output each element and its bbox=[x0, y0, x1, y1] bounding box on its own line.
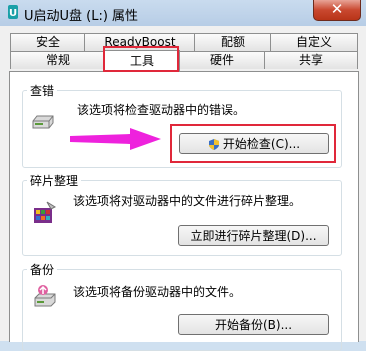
tab-hardware[interactable]: 硬件 bbox=[178, 51, 266, 69]
backup-icon bbox=[34, 285, 56, 307]
arrow-icon bbox=[70, 128, 161, 150]
tab-general[interactable]: 常规 bbox=[10, 51, 106, 69]
shield-icon bbox=[208, 139, 219, 150]
start-backup-button[interactable]: 开始备份(B)... bbox=[178, 314, 329, 335]
tab-tools[interactable]: 工具 bbox=[104, 50, 180, 72]
defrag-now-button[interactable]: 立即进行碎片整理(D)... bbox=[178, 225, 329, 246]
tab-security[interactable]: 安全 bbox=[10, 33, 86, 51]
title-bar: U U启动U盘 (L:) 属性 ✕ bbox=[0, 0, 366, 26]
tab-customize[interactable]: 自定义 bbox=[270, 33, 358, 51]
tab-readyboost[interactable]: ReadyBoost bbox=[84, 33, 196, 51]
error-check-title: 查错 bbox=[27, 82, 58, 99]
start-check-button[interactable]: 开始检查(C)... bbox=[179, 133, 329, 154]
defrag-title: 碎片整理 bbox=[27, 172, 82, 189]
backup-description: 该选项将备份驱动器中的文件。 bbox=[73, 285, 242, 299]
error-check-description: 该选项将检查驱动器中的错误。 bbox=[77, 103, 246, 117]
tab-sharing[interactable]: 共享 bbox=[264, 51, 358, 69]
close-button[interactable]: ✕ bbox=[313, 0, 361, 21]
drive-icon bbox=[32, 115, 54, 129]
svg-text:U: U bbox=[9, 8, 17, 19]
window-title: U启动U盘 (L:) 属性 bbox=[24, 9, 139, 24]
usb-drive-icon: U bbox=[8, 5, 18, 19]
backup-group: 备份 该选项将备份驱动器中的文件。 bbox=[22, 261, 342, 351]
start-check-label: 开始检查(C)... bbox=[222, 137, 301, 151]
backup-title: 备份 bbox=[27, 261, 58, 278]
defrag-description: 该选项将对驱动器中的文件进行碎片整理。 bbox=[73, 194, 302, 208]
defrag-icon bbox=[34, 201, 57, 223]
tab-quota[interactable]: 配额 bbox=[194, 33, 272, 51]
